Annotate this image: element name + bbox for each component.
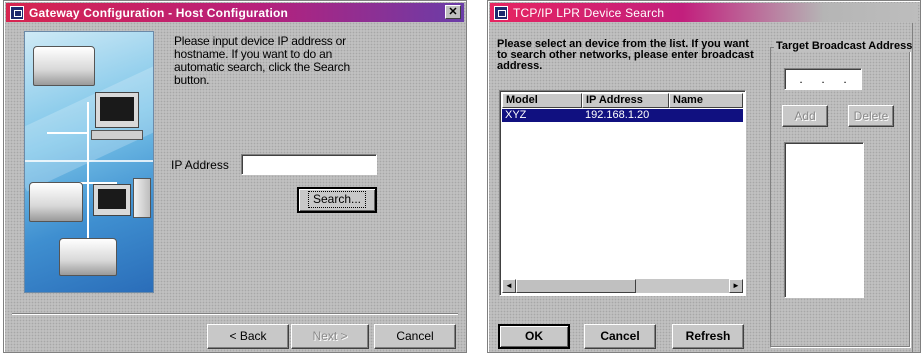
column-header-ip-address[interactable]: IP Address (582, 93, 669, 108)
cancel-search-button[interactable]: Cancel (584, 324, 656, 349)
printer-icon (33, 46, 95, 86)
device-model-cell: XYZ (505, 109, 527, 121)
scroll-left-icon[interactable]: ◄ (502, 279, 516, 293)
scrollbar-thumb[interactable] (516, 279, 636, 293)
next-button[interactable]: Next > (291, 324, 369, 349)
broadcast-address-list[interactable] (784, 142, 864, 298)
host-config-window: Gateway Configuration - Host Configurati… (3, 0, 467, 353)
wizard-separator (12, 313, 458, 315)
network-illustration (24, 31, 154, 293)
refresh-button[interactable]: Refresh (672, 324, 744, 349)
keyboard-icon (91, 130, 143, 140)
broadcast-address-dots: . . . (799, 72, 847, 86)
computer-icon (93, 184, 131, 216)
window-right-edge (912, 23, 920, 352)
horizontal-scrollbar[interactable]: ◄ ► (502, 279, 743, 293)
printer-icon (29, 182, 83, 222)
ok-button[interactable]: OK (498, 324, 570, 349)
host-config-titlebar: Gateway Configuration - Host Configurati… (6, 3, 464, 22)
broadcast-address-group-label: Target Broadcast Address (774, 40, 915, 52)
device-list[interactable]: Model IP Address Name XYZ 192.168.1.20 ◄… (499, 90, 746, 296)
ip-address-input[interactable] (241, 154, 377, 175)
ip-address-label: IP Address (171, 158, 229, 172)
computer-icon (95, 92, 139, 128)
app-icon (10, 5, 24, 20)
device-row[interactable]: XYZ 192.168.1.20 (502, 109, 743, 122)
device-search-instructions: Please select an device from the list. I… (497, 38, 754, 72)
device-ip-cell: 192.168.1.20 (585, 109, 650, 121)
device-name-cell (669, 109, 743, 122)
add-button[interactable]: Add (782, 105, 828, 127)
column-header-name[interactable]: Name (669, 93, 743, 108)
close-button[interactable]: ✕ (445, 5, 461, 19)
column-header-model[interactable]: Model (502, 93, 582, 108)
device-search-titlebar: TCP/IP LPR Device Search (490, 3, 918, 22)
search-button[interactable]: Search... (297, 187, 377, 213)
host-config-title: Gateway Configuration - Host Configurati… (29, 5, 289, 20)
delete-button[interactable]: Delete (848, 105, 894, 127)
cancel-button[interactable]: Cancel (374, 324, 456, 349)
device-search-title: TCP/IP LPR Device Search (513, 5, 665, 20)
server-tower-icon (133, 178, 151, 218)
search-button-label: Search... (307, 191, 367, 208)
printer-icon (59, 238, 117, 276)
host-config-instructions: Please input device IP address or hostna… (174, 34, 350, 87)
back-button[interactable]: < Back (207, 324, 289, 349)
app-icon (494, 5, 508, 20)
device-list-header: Model IP Address Name (502, 93, 743, 108)
scroll-right-icon[interactable]: ► (729, 279, 743, 293)
device-search-window: TCP/IP LPR Device Search Please select a… (487, 0, 921, 353)
